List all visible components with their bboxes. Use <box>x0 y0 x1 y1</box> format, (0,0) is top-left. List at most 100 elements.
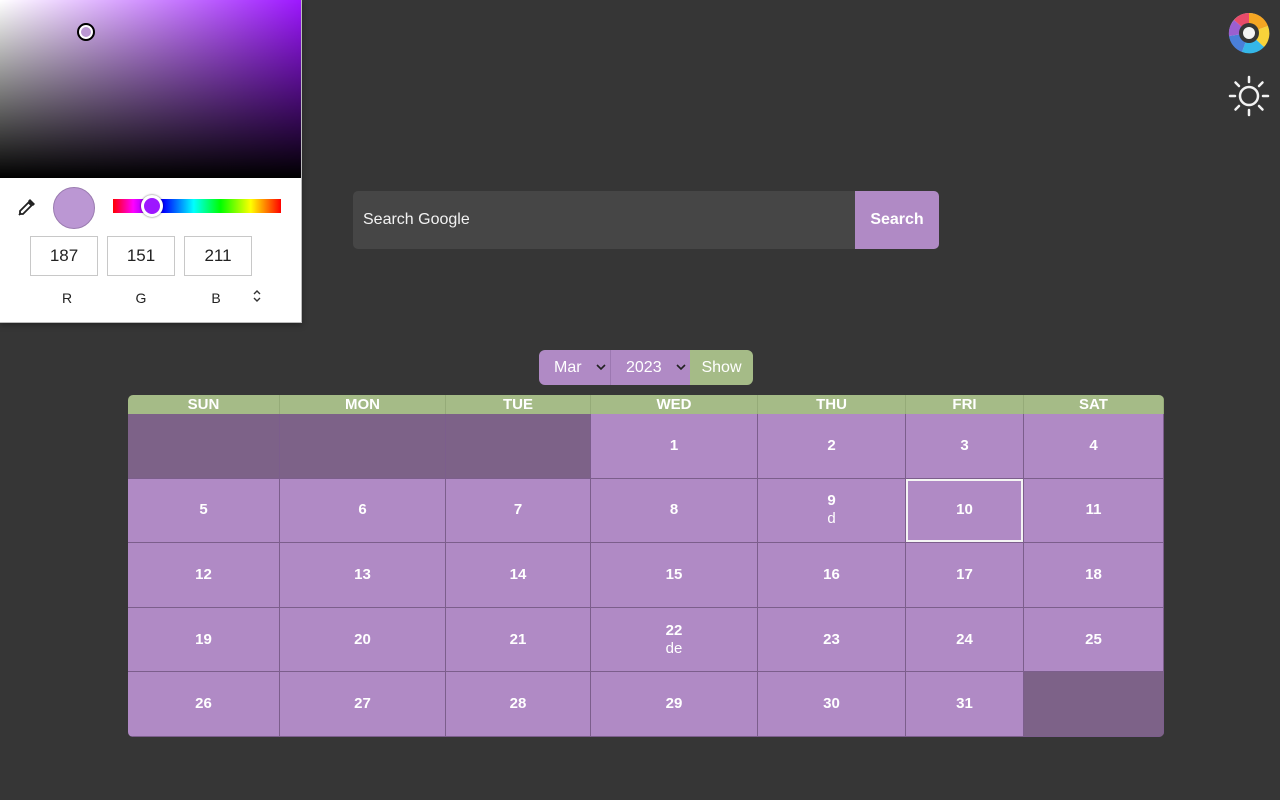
calendar-day-cell[interactable]: 2 <box>758 414 906 479</box>
day-number: 23 <box>823 630 840 648</box>
day-number: 17 <box>956 565 973 583</box>
red-label: R <box>61 290 73 306</box>
calendar-day-cell[interactable]: 4 <box>1024 414 1164 479</box>
day-number: 3 <box>960 436 969 454</box>
calendar-day-cell[interactable]: 26 <box>128 672 280 737</box>
day-number: 12 <box>195 565 212 583</box>
calendar-day-cell[interactable]: 23 <box>758 607 906 673</box>
updown-icon[interactable] <box>248 289 266 309</box>
calendar-day-cell[interactable]: 7 <box>446 478 591 544</box>
calendar-day-cell[interactable]: 9d <box>758 478 906 544</box>
search-button[interactable]: Search <box>855 191 939 249</box>
day-number: 16 <box>823 565 840 583</box>
day-number: 30 <box>823 695 840 713</box>
calendar-day-cell[interactable]: 3 <box>906 414 1024 479</box>
calendar-day-cell[interactable]: 1 <box>591 414 758 479</box>
saturation-value-area[interactable] <box>0 0 301 178</box>
eyedropper-icon[interactable] <box>16 196 38 218</box>
day-number: 7 <box>513 501 523 519</box>
day-number: 28 <box>509 695 527 713</box>
hue-slider-handle[interactable] <box>141 195 163 217</box>
calendar-controls: Mar 2023 Show <box>539 350 753 385</box>
day-number: 19 <box>195 630 212 648</box>
calendar-grid: 1 2 3 4 5 6 7 8 9 d 10 11 12 13 14 15 16 17 18 19 20 21 22 de 23… <box>128 414 1164 737</box>
chevron-down-icon <box>676 350 686 385</box>
calendar-day-cell[interactable]: 27 <box>280 672 446 737</box>
sun-icon[interactable] <box>1228 75 1270 117</box>
calendar-day-cell[interactable]: 31 <box>906 672 1024 737</box>
year-select-value: 2023 <box>626 359 662 376</box>
search-input[interactable]: Search Google <box>353 191 855 249</box>
calendar-day-cell[interactable]: 5 <box>128 478 280 544</box>
calendar-day-cell[interactable]: 25 <box>1024 607 1164 673</box>
color-picker-popup: 187 151 211 R G B <box>0 0 302 323</box>
saturation-value-handle[interactable] <box>77 23 95 41</box>
day-number: 13 <box>354 565 371 583</box>
day-number: 4 <box>1089 436 1098 454</box>
day-number: 9 <box>827 492 836 510</box>
red-input[interactable]: 187 <box>30 236 98 276</box>
show-button[interactable]: Show <box>690 350 753 385</box>
day-number: 11 <box>1085 501 1102 519</box>
calendar-day-cell[interactable]: 17 <box>906 543 1024 608</box>
current-color-swatch <box>53 187 95 229</box>
month-select[interactable]: Mar <box>539 350 611 385</box>
blue-input[interactable]: 211 <box>184 236 252 276</box>
year-select[interactable]: 2023 <box>611 350 690 385</box>
calendar: SUN MON TUE WED THU FRI SAT 1 2 3 4 5 6 7 8 9 d 10 11 12 13… <box>128 395 1164 737</box>
day-number: 26 <box>195 695 212 713</box>
calendar-empty-cell <box>128 414 280 479</box>
blue-label: B <box>211 290 221 306</box>
day-number: 1 <box>669 436 679 454</box>
green-input[interactable]: 151 <box>107 236 175 276</box>
day-number: 18 <box>1085 565 1102 583</box>
day-number: 2 <box>827 436 836 454</box>
calendar-day-cell[interactable]: 22 de <box>591 607 758 673</box>
weekday-header: TUE <box>446 395 591 414</box>
day-number: 21 <box>509 630 527 648</box>
month-select-value: Mar <box>554 359 582 376</box>
calendar-day-cell[interactable]: 24 <box>906 607 1024 673</box>
day-note: de <box>665 639 683 657</box>
calendar-day-cell[interactable]: 15 <box>591 543 758 608</box>
day-number: 8 <box>669 501 679 519</box>
day-number: 15 <box>665 565 683 583</box>
calendar-day-cell[interactable]: 12 <box>128 543 280 608</box>
day-note: d <box>827 510 836 528</box>
day-number: 10 <box>956 501 973 519</box>
calendar-day-cell[interactable]: 30 <box>758 672 906 737</box>
calendar-day-cell[interactable]: 13 <box>280 543 446 608</box>
calendar-day-cell[interactable]: 8 <box>591 478 758 544</box>
weekday-header: FRI <box>906 395 1024 414</box>
day-number: 29 <box>665 695 683 713</box>
calendar-header-row: SUN MON TUE WED THU FRI SAT <box>128 395 1164 414</box>
day-number: 6 <box>358 501 367 519</box>
search-bar: Search Google Search <box>353 191 939 249</box>
day-number: 22 <box>665 621 683 639</box>
calendar-day-cell[interactable]: 10 <box>906 478 1024 544</box>
calendar-day-cell[interactable]: 29 <box>591 672 758 737</box>
calendar-day-cell[interactable]: 20 <box>280 607 446 673</box>
calendar-day-cell[interactable]: 16 <box>758 543 906 608</box>
day-number: 31 <box>956 695 973 713</box>
hue-slider-track[interactable] <box>113 199 281 213</box>
weekday-header: SUN <box>128 395 280 414</box>
calendar-day-cell[interactable]: 6 <box>280 478 446 544</box>
calendar-day-cell[interactable]: 21 <box>446 607 591 673</box>
weekday-header: MON <box>280 395 446 414</box>
color-wheel-icon[interactable] <box>1228 12 1270 54</box>
calendar-empty-cell <box>446 414 591 479</box>
calendar-day-cell[interactable]: 14 <box>446 543 591 608</box>
day-number: 25 <box>1085 630 1102 648</box>
day-number: 20 <box>354 630 371 648</box>
green-label: G <box>135 290 147 306</box>
calendar-day-cell[interactable]: 19 <box>128 607 280 673</box>
calendar-day-cell[interactable]: 28 <box>446 672 591 737</box>
day-number: 5 <box>199 501 208 519</box>
calendar-day-cell[interactable]: 11 <box>1024 478 1164 544</box>
chevron-down-icon <box>596 350 606 385</box>
calendar-empty-cell <box>1024 672 1164 737</box>
calendar-day-cell[interactable]: 18 <box>1024 543 1164 608</box>
weekday-header: SAT <box>1024 395 1164 414</box>
day-number: 27 <box>354 695 371 713</box>
